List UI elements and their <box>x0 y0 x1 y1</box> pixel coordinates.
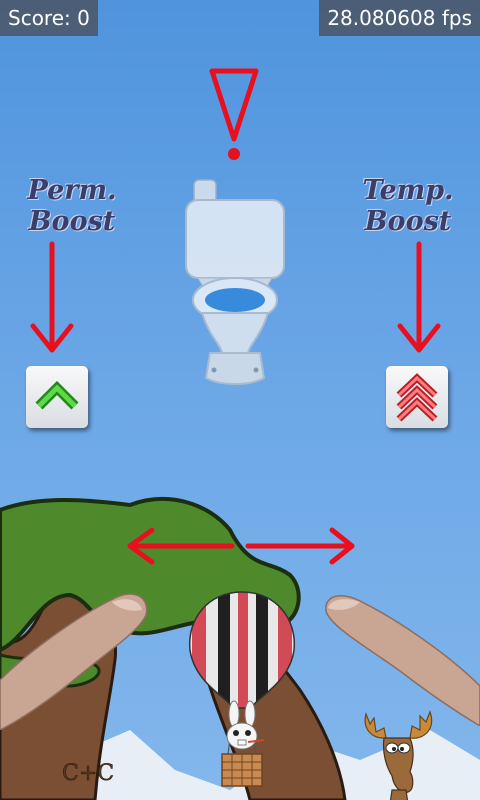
tree-carving: C+C <box>62 761 114 786</box>
temp-boost-button[interactable] <box>386 366 448 428</box>
left-right-arrow <box>127 527 355 565</box>
perm-boost-button[interactable] <box>26 366 88 428</box>
score-display: Score: 0 <box>0 0 98 36</box>
green-chevron-up-icon <box>35 380 79 410</box>
toilet-target <box>185 179 285 385</box>
temp-boost-label: Temp. Boost <box>362 175 454 237</box>
fps-counter: 28.080608 fps <box>319 0 480 36</box>
perm-boost-down-arrow <box>30 241 74 353</box>
exclamation-triangle-icon <box>209 68 259 160</box>
left-finger <box>0 593 148 730</box>
game-stage[interactable]: C+C Score: 0 28.080608 fps Perm. Boost T… <box>0 0 480 800</box>
moose-character <box>364 710 433 800</box>
hot-air-balloon-player <box>189 591 295 787</box>
temp-boost-down-arrow <box>397 241 441 353</box>
red-triple-chevron-up-icon <box>396 373 438 422</box>
perm-boost-label: Perm. Boost <box>27 175 117 237</box>
